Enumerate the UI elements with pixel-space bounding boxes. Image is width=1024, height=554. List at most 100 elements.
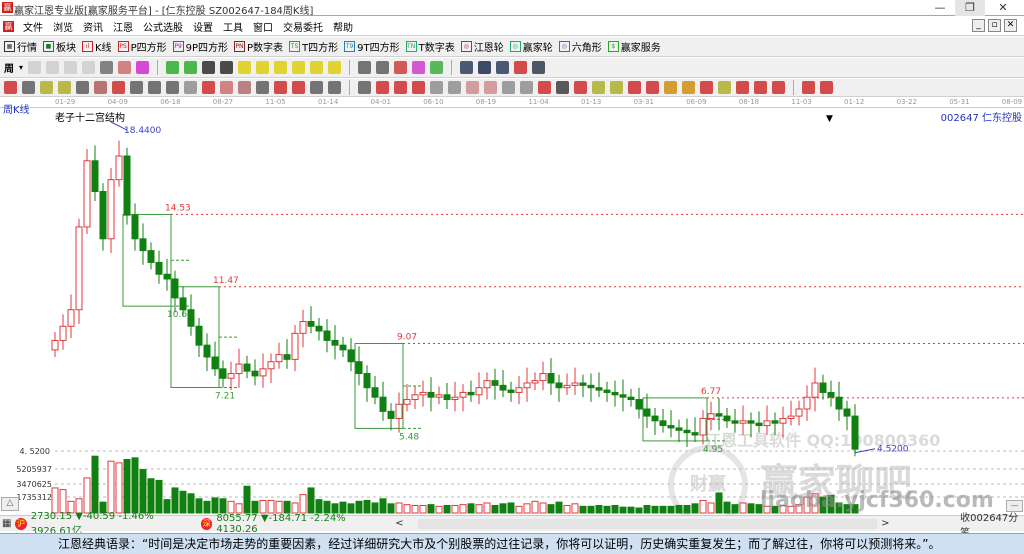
e-icon[interactable]: [520, 81, 533, 94]
menu-item[interactable]: 窗口: [253, 19, 273, 34]
prev-icon[interactable]: [202, 61, 216, 74]
sz-index-badge[interactable]: 深: [201, 517, 213, 530]
toolbar-button[interactable]: T9 9T四方形: [344, 39, 400, 54]
doc-ghost-icon[interactable]: [46, 61, 60, 74]
mdi-restore-button[interactable]: ▫: [988, 19, 1001, 32]
menu-item[interactable]: 工具: [223, 19, 243, 34]
menu-item[interactable]: 江恩: [113, 19, 133, 34]
n2-icon[interactable]: [166, 81, 179, 94]
infinity-icon[interactable]: [820, 81, 833, 94]
toolbar-button[interactable]: TN T数字表: [405, 39, 455, 54]
flag-icon[interactable]: [628, 81, 641, 94]
menu-item[interactable]: 文件: [23, 19, 43, 34]
yin-yang-icon[interactable]: [802, 81, 815, 94]
parallel-icon[interactable]: [22, 81, 35, 94]
star-icon[interactable]: [220, 81, 233, 94]
pencil-red-icon[interactable]: [112, 81, 125, 94]
lines-icon[interactable]: [148, 81, 161, 94]
collapse-button[interactable]: △: [1, 497, 19, 511]
gann-fan-icon[interactable]: [40, 81, 53, 94]
fib-box-icon[interactable]: [394, 81, 407, 94]
candle-type-icon[interactable]: [100, 61, 114, 74]
diamond-in-icon[interactable]: [310, 61, 324, 74]
lines3-icon[interactable]: [502, 81, 515, 94]
chevron-down-icon[interactable]: ▾: [19, 63, 23, 72]
line-tool-icon[interactable]: [394, 61, 408, 74]
angle2-icon[interactable]: [682, 81, 695, 94]
menu-item[interactable]: 浏览: [53, 19, 73, 34]
gold-lines-icon[interactable]: [610, 81, 623, 94]
toolbar-button[interactable]: ◎ 赢家轮: [509, 39, 553, 54]
target-icon[interactable]: [202, 81, 215, 94]
toolbar-button[interactable]: ◎ 江恩轮: [460, 39, 504, 54]
toolbar-button[interactable]: P9 9P四方形: [172, 39, 228, 54]
pct-lines-icon[interactable]: [574, 81, 587, 94]
pitchfork-icon[interactable]: [184, 81, 197, 94]
fib-icon[interactable]: [646, 81, 659, 94]
angle4-icon[interactable]: [736, 81, 749, 94]
gold-coin-icon[interactable]: [592, 81, 605, 94]
toolbar-button[interactable]: ■ 板块: [43, 39, 76, 54]
grid-ghost-icon[interactable]: [28, 61, 42, 74]
red-lines-icon[interactable]: [274, 81, 287, 94]
arc-icon[interactable]: [256, 81, 269, 94]
calculator-icon[interactable]: [478, 61, 492, 74]
notes-icon[interactable]: [496, 61, 510, 74]
toolbar-button[interactable]: ◎ 六角形: [558, 39, 602, 54]
next-icon[interactable]: [220, 61, 234, 74]
diamond-left-icon[interactable]: [274, 61, 288, 74]
diamond-up-icon[interactable]: [238, 61, 252, 74]
diamond-down-icon[interactable]: [256, 61, 270, 74]
toolbar-button[interactable]: ıl K线: [82, 39, 112, 54]
mdi-close-button[interactable]: ✕: [1004, 19, 1017, 32]
fib-pct-icon[interactable]: [538, 81, 551, 94]
scroll-left-button[interactable]: <: [395, 518, 414, 529]
percent-icon[interactable]: [556, 81, 569, 94]
fib-box2-icon[interactable]: [412, 81, 425, 94]
angle5-icon[interactable]: [754, 81, 767, 94]
measure-icon[interactable]: [328, 81, 341, 94]
close-button[interactable]: ✕: [988, 0, 1018, 16]
period-selector[interactable]: 周: [4, 60, 14, 75]
red-box-icon[interactable]: [292, 81, 305, 94]
scroll-right-button[interactable]: >: [881, 518, 956, 529]
angle6-icon[interactable]: [772, 81, 785, 94]
menu-item[interactable]: 公式选股: [143, 19, 183, 34]
restore-button[interactable]: ❐: [955, 0, 985, 16]
color-flag-icon[interactable]: [136, 61, 150, 74]
fib-fan-icon[interactable]: [376, 81, 389, 94]
f-angle-icon[interactable]: [700, 81, 713, 94]
rect-icon[interactable]: [358, 81, 371, 94]
gann-grid-icon[interactable]: [76, 81, 89, 94]
network-icon[interactable]: [532, 61, 546, 74]
mdi-minimize-button[interactable]: _: [972, 19, 985, 32]
toolbar-button[interactable]: ▦ 行情: [4, 39, 37, 54]
minimize-button[interactable]: —: [925, 0, 955, 16]
calendar-icon[interactable]: [460, 61, 474, 74]
menu-item[interactable]: 资讯: [83, 19, 103, 34]
angle3-icon[interactable]: [718, 81, 731, 94]
grid2-icon[interactable]: [310, 81, 323, 94]
menu-item[interactable]: 设置: [193, 19, 213, 34]
sh-index-badge[interactable]: 沪: [15, 517, 27, 530]
kline-chart[interactable]: 4. 520052059373470625173531214.5310.6511…: [0, 97, 1024, 515]
hand-icon[interactable]: [358, 61, 372, 74]
horizontal-scrollbar[interactable]: [418, 518, 878, 529]
diamond-out-icon[interactable]: [328, 61, 342, 74]
table2-icon[interactable]: [484, 81, 497, 94]
toolbar-button[interactable]: $ 赢家服务: [607, 39, 661, 54]
save-icon[interactable]: [514, 61, 528, 74]
chart2-ghost-icon[interactable]: [82, 61, 96, 74]
diamond-right-icon[interactable]: [292, 61, 306, 74]
toolbar-button[interactable]: PN P数字表: [234, 39, 283, 54]
angle-icon[interactable]: [430, 81, 443, 94]
gold-icon[interactable]: [664, 81, 677, 94]
menu-item[interactable]: 帮助: [333, 19, 353, 34]
minimize-panel-button[interactable]: —: [1006, 500, 1023, 512]
overlay-icon[interactable]: [118, 61, 132, 74]
menu-item[interactable]: 交易委托: [283, 19, 323, 34]
toolbar-button[interactable]: TS T四方形: [289, 39, 338, 54]
toolbar-button[interactable]: PS P四方形: [117, 39, 167, 54]
first-icon[interactable]: [166, 61, 180, 74]
table-icon[interactable]: [466, 81, 479, 94]
